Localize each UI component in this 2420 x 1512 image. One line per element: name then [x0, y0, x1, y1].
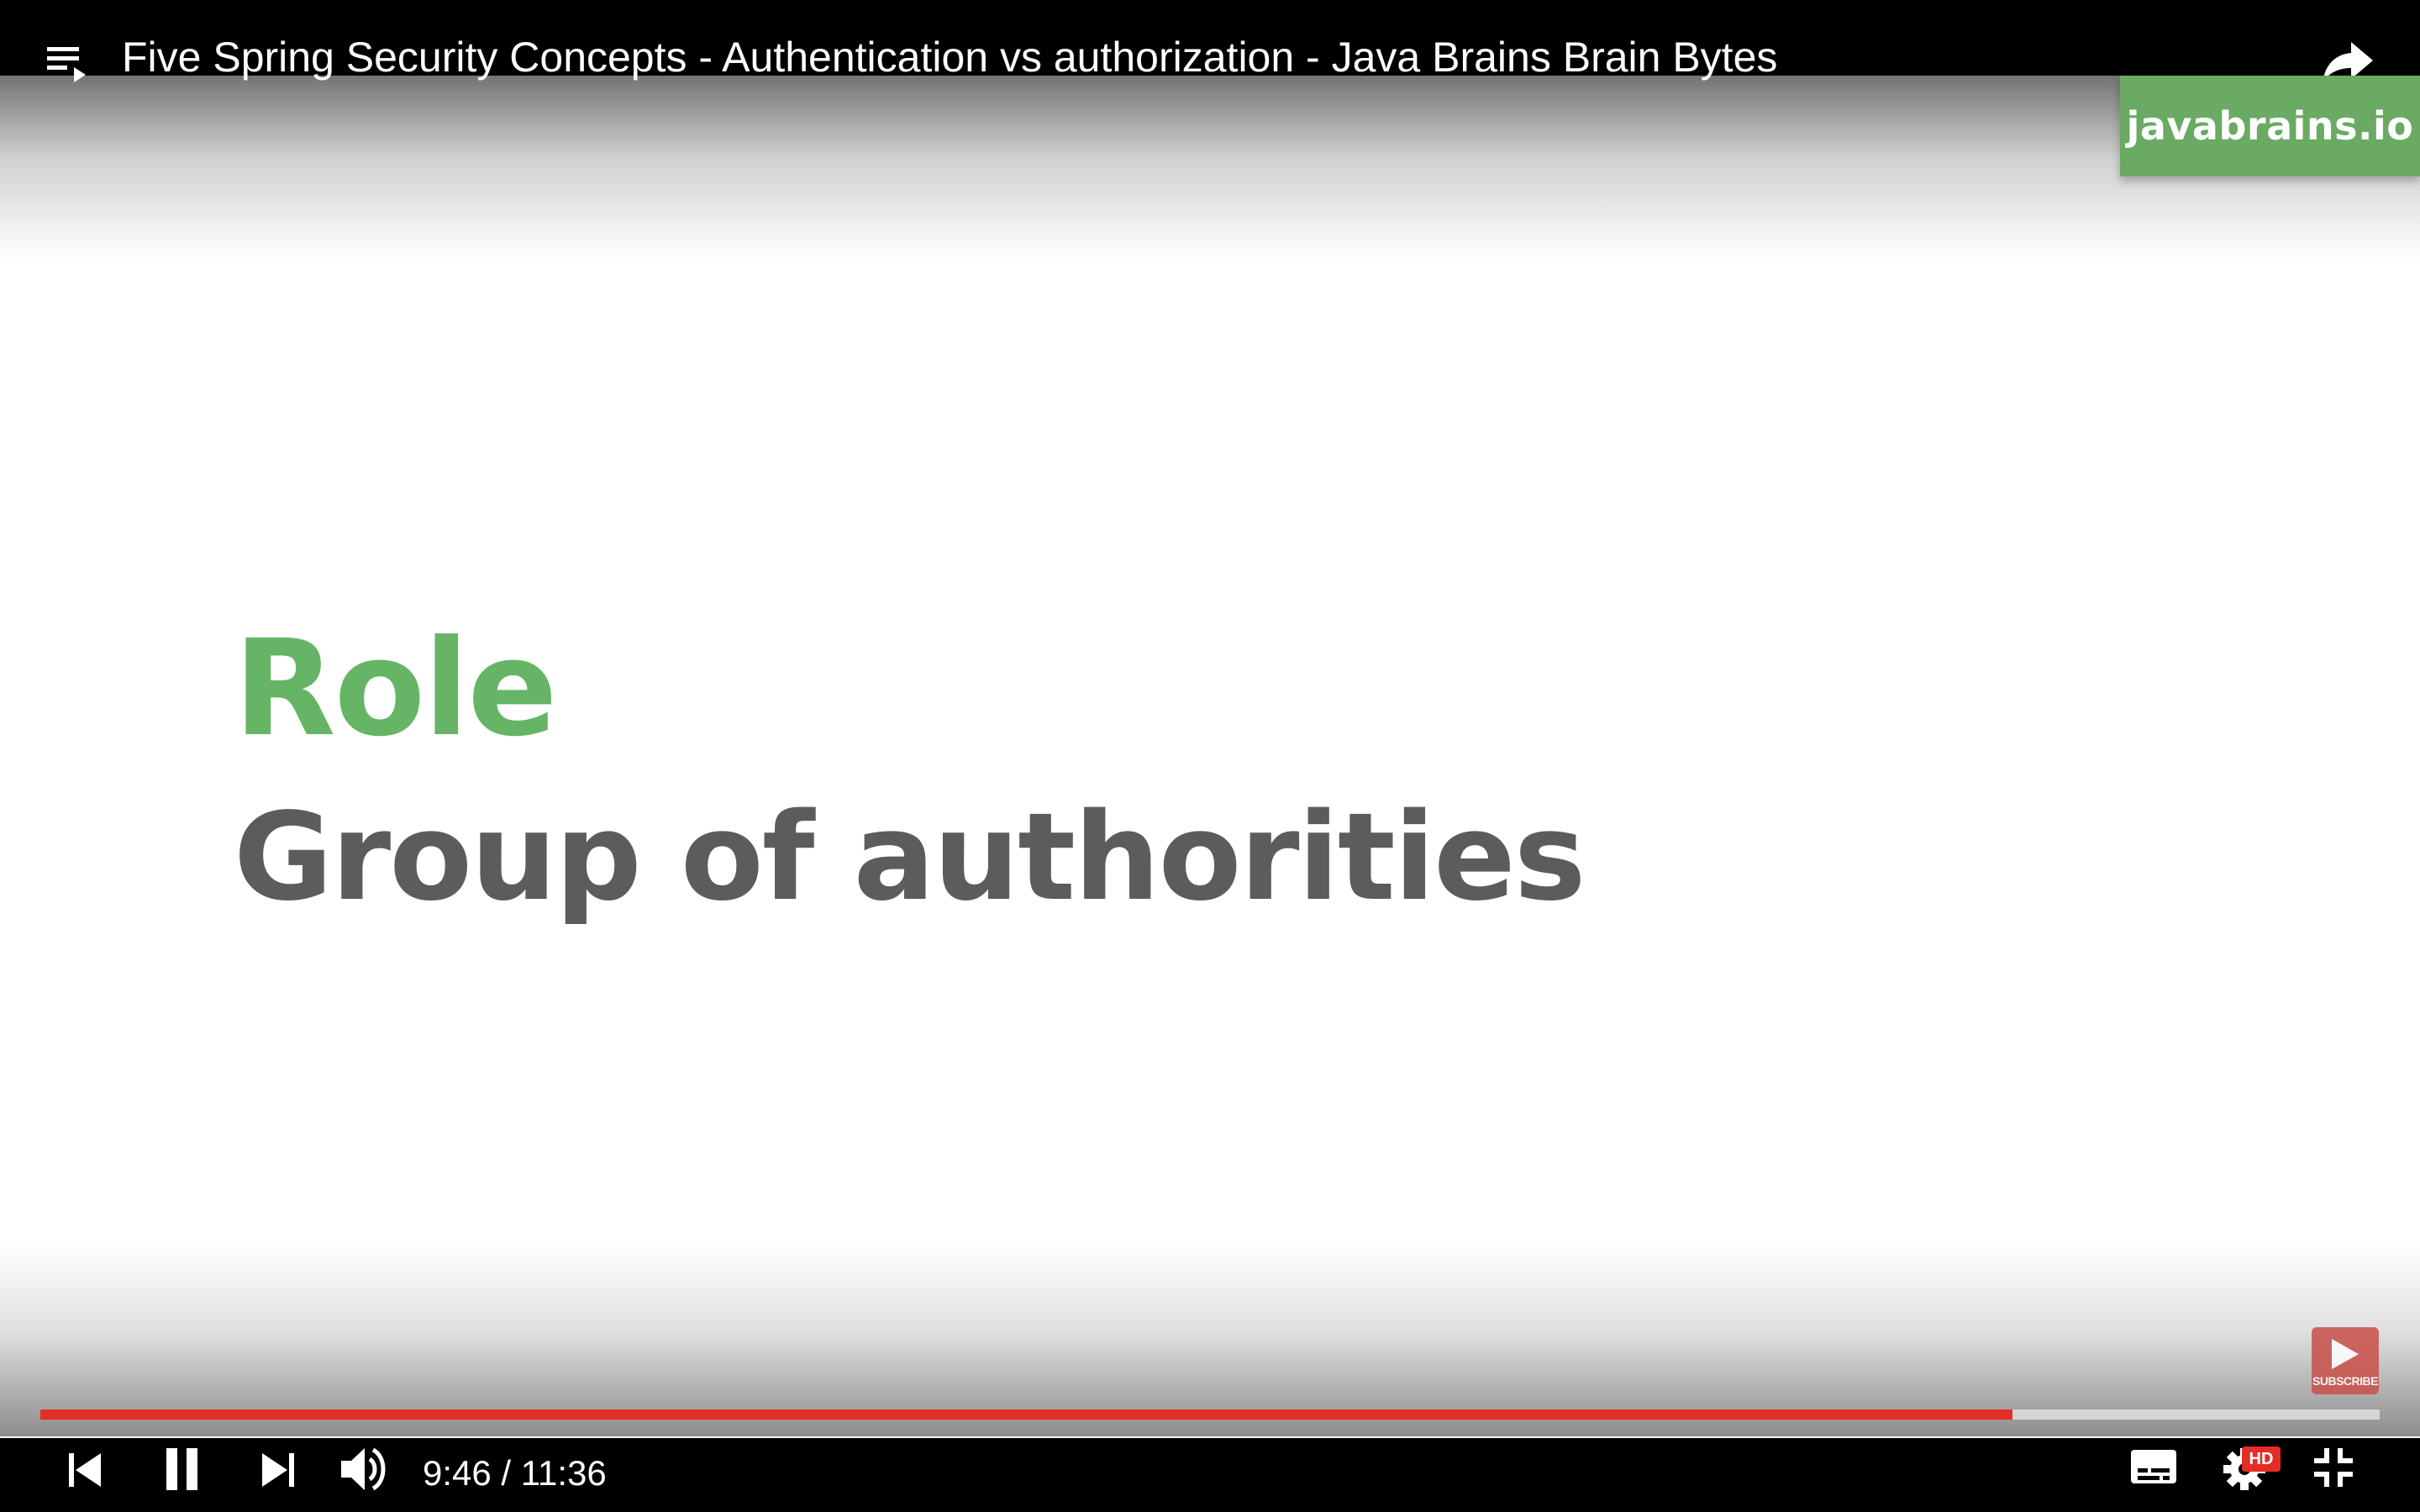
pause-icon[interactable] — [165, 1446, 200, 1492]
captions-icon[interactable] — [2129, 1446, 2178, 1487]
channel-watermark[interactable]: javabrains.io — [2120, 76, 2420, 176]
volume-icon[interactable] — [339, 1445, 392, 1494]
next-icon[interactable] — [259, 1450, 296, 1490]
previous-icon[interactable] — [67, 1450, 104, 1490]
time-display: 9:46 / 11:36 — [423, 1453, 607, 1493]
exit-fullscreen-icon[interactable] — [2312, 1446, 2354, 1488]
subscribe-button[interactable]: SUBSCRIBE — [2312, 1327, 2379, 1394]
top-overlay-gradient — [0, 76, 2420, 260]
slide-heading: Role — [234, 612, 558, 766]
subscribe-label: SUBSCRIBE — [2312, 1374, 2378, 1388]
playlist-icon[interactable] — [45, 42, 87, 84]
progress-bar[interactable] — [40, 1410, 2380, 1420]
play-icon — [2332, 1339, 2359, 1369]
slide-subheading: Group of authorities — [234, 786, 1586, 927]
progress-played — [40, 1410, 2012, 1420]
video-title[interactable]: Five Spring Security Concepts - Authenti… — [122, 30, 1777, 84]
bottom-overlay-gradient — [0, 1243, 2420, 1436]
hd-badge: HD — [2242, 1446, 2281, 1472]
